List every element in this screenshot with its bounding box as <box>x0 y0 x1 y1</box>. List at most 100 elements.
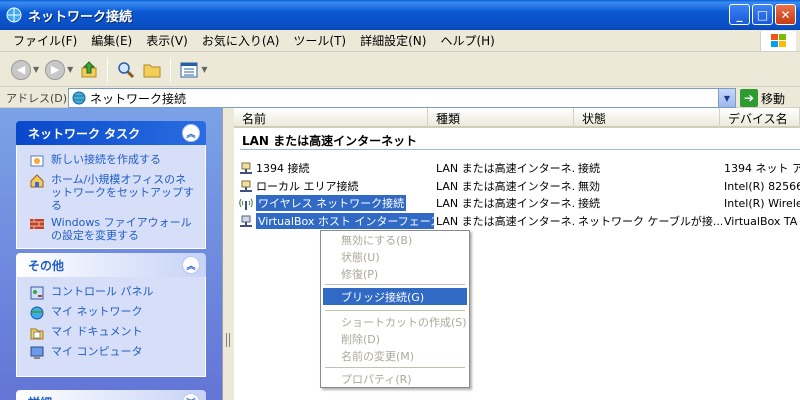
menu-advanced[interactable]: 詳細設定(N) <box>353 32 433 49</box>
column-header-name[interactable]: 名前 <box>234 108 428 128</box>
menu-edit[interactable]: 編集(E) <box>84 32 139 49</box>
details-title: 詳細 <box>28 394 52 400</box>
go-button[interactable]: ➔ 移動 <box>740 89 785 107</box>
table-row[interactable]: 1394 接続 LAN または高速インターネ... 接続 1394 ネット アダ <box>234 159 800 177</box>
column-headers: 名前 種類 状態 デバイス名 <box>234 108 800 128</box>
address-value: ネットワーク接続 <box>90 91 187 106</box>
collapse-icon[interactable]: ︽ <box>182 124 200 142</box>
create-new-connection-link[interactable]: 新しい接続を作成する <box>29 153 197 169</box>
task-link-text: 新しい接続を作成する <box>51 153 161 166</box>
my-network-icon <box>29 305 45 321</box>
splitter-grip <box>226 333 230 347</box>
column-header-type[interactable]: 種類 <box>428 108 574 128</box>
my-network-link[interactable]: マイ ネットワーク <box>29 305 197 321</box>
menu-separator <box>325 310 465 311</box>
firewall-icon <box>29 216 45 232</box>
setup-home-network-link[interactable]: ホーム/小規模オフィスのネットワークをセットアップする <box>29 173 197 212</box>
ctx-delete[interactable]: 削除(D) <box>323 330 467 347</box>
ctx-create-shortcut[interactable]: ショートカットの作成(S) <box>323 313 467 330</box>
pane-splitter[interactable] <box>222 108 234 400</box>
table-row[interactable]: VirtualBox ホスト インターフェース 1 LAN または高速インターネ… <box>234 212 800 230</box>
views-icon <box>180 62 198 77</box>
ctx-rename[interactable]: 名前の変更(M) <box>323 347 467 364</box>
menu-file[interactable]: ファイル(F) <box>6 32 84 49</box>
views-button[interactable]: ▼ <box>176 57 210 83</box>
chevron-down-icon: ▼ <box>33 65 40 74</box>
ctx-repair[interactable]: 修復(P) <box>323 265 467 282</box>
my-computer-link[interactable]: マイ コンピュータ <box>29 345 197 361</box>
network-tasks-title: ネットワーク タスク <box>28 126 141 141</box>
go-label: 移動 <box>761 91 786 106</box>
task-link-text: Windows ファイアウォールの設定を変更する <box>51 216 192 242</box>
address-dropdown-icon[interactable]: ▼ <box>718 89 735 107</box>
wireless-connection-icon <box>238 195 254 211</box>
toolbar-separator <box>170 57 172 82</box>
connection-type: LAN または高速インターネ... <box>436 162 574 175</box>
connection-status: 無効 <box>578 180 600 193</box>
connection-name: ローカル エリア接続 <box>256 180 359 193</box>
search-button[interactable] <box>113 57 139 83</box>
details-header[interactable]: 詳細 ︾ <box>16 390 206 400</box>
back-arrow-icon: ◀ <box>11 59 31 80</box>
maximize-button[interactable]: □ <box>752 4 773 25</box>
minimize-button[interactable]: _ <box>729 4 750 25</box>
connection-status: 接続 <box>578 197 600 210</box>
lan-connection-icon <box>238 213 254 229</box>
title-bar: ネットワーク接続 _ □ ✕ <box>0 0 800 30</box>
table-row[interactable]: ローカル エリア接続 LAN または高速インターネ... 無効 Intel(R)… <box>234 177 800 195</box>
forward-button[interactable]: ▶ ▼ <box>42 57 76 83</box>
chevron-down-icon: ▼ <box>201 65 208 74</box>
address-bar: アドレス(D) ネットワーク接続 ▼ ➔ 移動 <box>0 88 800 108</box>
control-panel-link[interactable]: コントロール パネル <box>29 285 197 301</box>
connection-status: 接続 <box>578 162 600 175</box>
menu-tools[interactable]: ツール(T) <box>286 32 353 49</box>
window-title: ネットワーク接続 <box>28 9 133 25</box>
device-name: 1394 ネット アダ <box>724 162 800 175</box>
table-row[interactable]: ワイヤレス ネットワーク接続 LAN または高速インターネ... 接続 Inte… <box>234 194 800 212</box>
task-link-text: マイ コンピュータ <box>51 345 143 358</box>
up-folder-button[interactable] <box>76 57 102 83</box>
connection-name: ワイヤレス ネットワーク接続 <box>256 195 407 211</box>
ctx-properties[interactable]: プロパティ(R) <box>323 370 467 387</box>
network-tasks-header[interactable]: ネットワーク タスク ︽ <box>16 121 206 145</box>
expand-icon[interactable]: ︾ <box>182 393 200 400</box>
control-panel-icon <box>29 285 45 301</box>
collapse-icon[interactable]: ︽ <box>182 256 200 274</box>
other-header[interactable]: その他 ︽ <box>16 253 206 277</box>
details-group: 詳細 ︾ <box>16 390 206 400</box>
device-name: Intel(R) Wirele <box>724 196 800 210</box>
my-documents-link[interactable]: マイ ドキュメント <box>29 325 197 341</box>
menu-help[interactable]: ヘルプ(H) <box>433 32 501 49</box>
my-computer-icon <box>29 345 45 361</box>
connection-type: LAN または高速インターネ... <box>436 180 574 193</box>
task-link-text: コントロール パネル <box>51 285 154 298</box>
task-link-text: マイ ネットワーク <box>51 305 143 318</box>
address-input[interactable]: ネットワーク接続 ▼ <box>68 88 736 108</box>
network-globe-icon <box>72 91 86 105</box>
menu-view[interactable]: 表示(V) <box>139 32 195 49</box>
connection-type: LAN または高速インターネ... <box>436 215 574 228</box>
up-folder-icon <box>81 60 97 77</box>
firewall-settings-link[interactable]: Windows ファイアウォールの設定を変更する <box>29 216 197 242</box>
device-name: VirtualBox TA <box>724 214 798 228</box>
close-button[interactable]: ✕ <box>775 4 796 25</box>
network-tasks-group: ネットワーク タスク ︽ 新しい接続を作成する ホーム/小規模オフィスのネットワ… <box>16 121 206 249</box>
search-icon <box>118 61 135 78</box>
ctx-disable[interactable]: 無効にする(B) <box>323 231 467 248</box>
folders-button[interactable] <box>139 57 165 83</box>
network-connections-icon <box>6 7 22 23</box>
back-button[interactable]: ◀ ▼ <box>8 57 42 83</box>
menu-favorites[interactable]: お気に入り(A) <box>195 32 287 49</box>
connections-list: 名前 種類 状態 デバイス名 LAN または高速インターネット 1394 接続 … <box>234 108 800 400</box>
menu-separator <box>325 284 465 285</box>
column-header-device[interactable]: デバイス名 <box>720 108 800 128</box>
new-connection-icon <box>29 153 45 169</box>
connection-type: LAN または高速インターネ... <box>436 197 574 210</box>
chevron-down-icon: ▼ <box>67 65 74 74</box>
ctx-bridge-connections[interactable]: ブリッジ接続(G) <box>323 288 467 305</box>
ctx-status[interactable]: 状態(U) <box>323 248 467 265</box>
group-title: LAN または高速インターネット <box>242 134 418 148</box>
column-header-status[interactable]: 状態 <box>574 108 720 128</box>
home-network-icon <box>29 173 45 189</box>
toolbar: ◀ ▼ ▶ ▼ ▼ <box>0 53 800 87</box>
